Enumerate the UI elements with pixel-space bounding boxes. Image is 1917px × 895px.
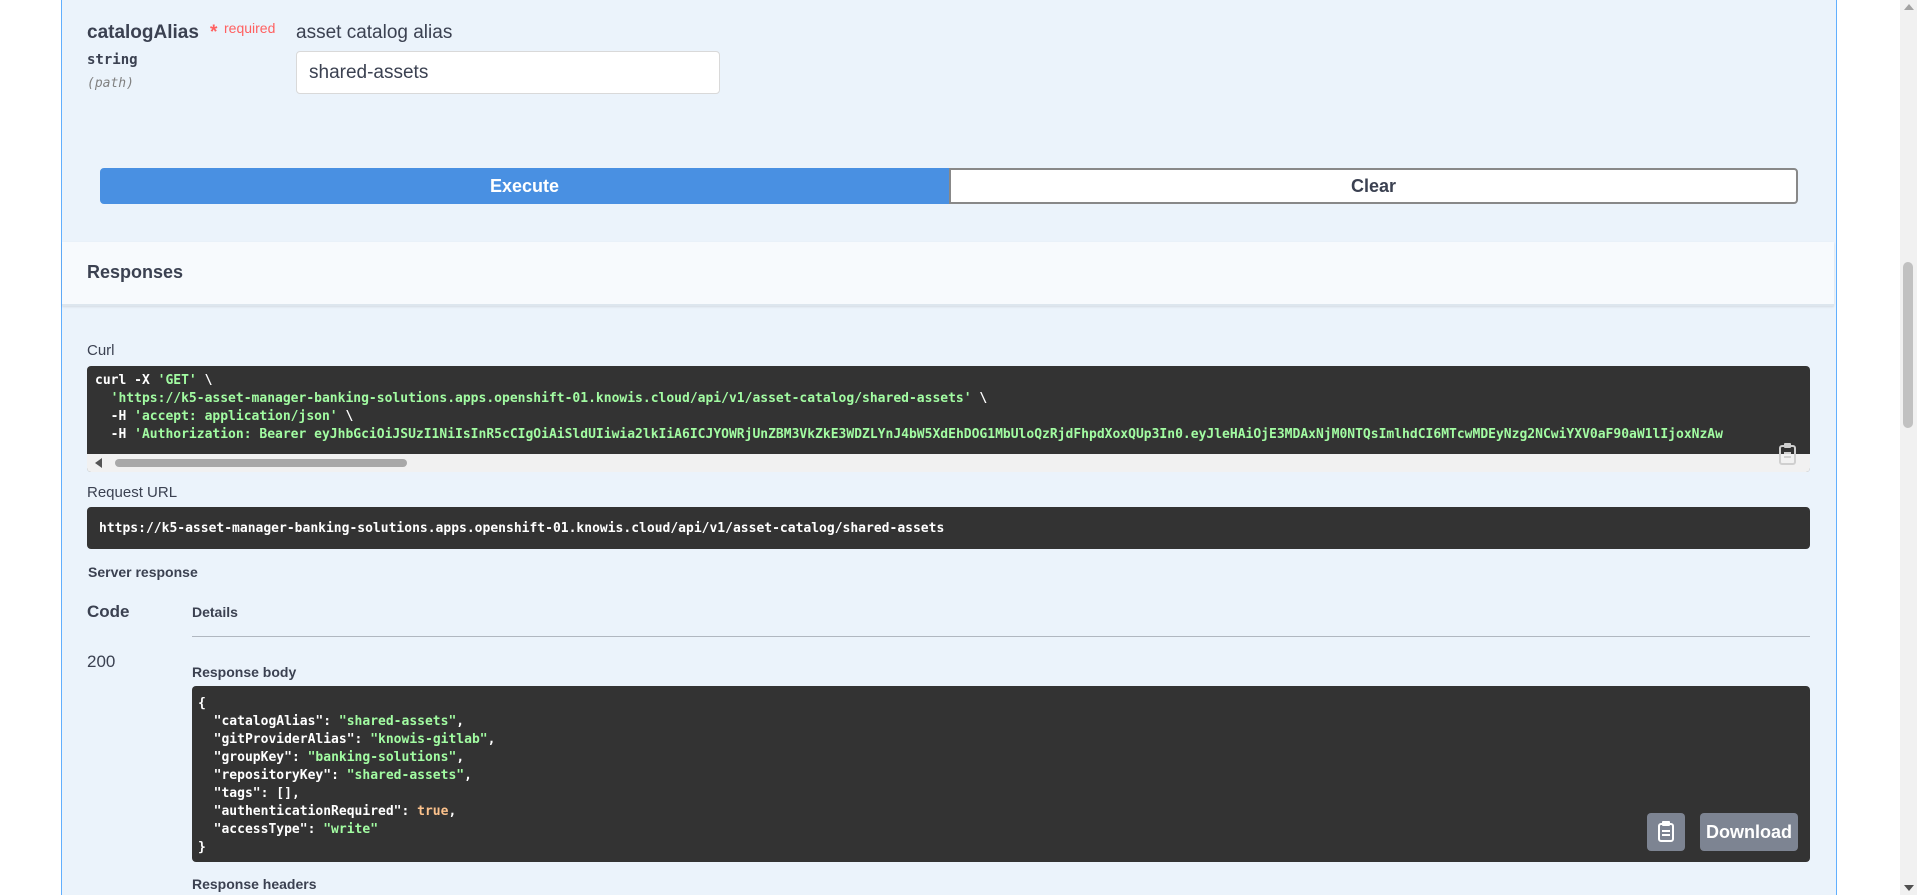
json-line: "groupKey": "banking-solutions", xyxy=(213,750,465,765)
curl-scrollbar-thumb[interactable] xyxy=(115,459,407,467)
json-line: "gitProviderAlias": "knowis-gitlab", xyxy=(213,732,496,747)
json-line: "accessType": "write" xyxy=(213,822,379,837)
copy-response-button[interactable] xyxy=(1647,813,1685,851)
json-line: "tags": [], xyxy=(213,786,300,801)
download-button[interactable]: Download xyxy=(1700,813,1798,851)
parameter-description: asset catalog alias xyxy=(296,22,453,43)
page-vertical-scrollbar[interactable] xyxy=(1900,0,1917,895)
response-headers-label: Response headers xyxy=(192,876,317,892)
scroll-left-arrow-icon[interactable] xyxy=(95,458,102,468)
required-star: * xyxy=(210,22,218,43)
json-open-brace: { xyxy=(198,696,206,711)
clipboard-icon xyxy=(1658,821,1674,842)
table-divider xyxy=(192,636,1810,637)
details-column-header: Details xyxy=(192,604,238,620)
clear-button[interactable]: Clear xyxy=(949,168,1798,204)
curl-line-4: -H 'Authorization: Bearer eyJhbGciOiJSUz… xyxy=(95,427,1723,442)
page-scrollbar-thumb[interactable] xyxy=(1903,262,1913,428)
copy-to-clipboard-icon[interactable] xyxy=(1777,442,1799,466)
curl-line-1: curl -X 'GET' \ xyxy=(95,373,213,388)
responses-title: Responses xyxy=(87,262,184,282)
curl-label: Curl xyxy=(87,342,115,359)
response-body-block: { "catalogAlias": "shared-assets", "gitP… xyxy=(192,686,1810,862)
json-close-brace: } xyxy=(198,840,206,855)
status-code: 200 xyxy=(87,652,116,671)
curl-line-3: -H 'accept: application/json' \ xyxy=(95,409,354,424)
execute-button[interactable]: Execute xyxy=(100,168,949,204)
curl-horizontal-scrollbar[interactable] xyxy=(87,454,1810,472)
request-url: https://k5-asset-manager-banking-solutio… xyxy=(99,521,945,536)
scroll-down-arrow-icon[interactable] xyxy=(1904,885,1914,891)
server-response-label: Server response xyxy=(88,564,198,580)
parameter-location: (path) xyxy=(87,76,134,91)
catalog-alias-input[interactable] xyxy=(296,51,720,94)
json-line: "authenticationRequired": true, xyxy=(213,804,457,819)
parameter-name: catalogAlias xyxy=(87,22,199,43)
curl-line-2: 'https://k5-asset-manager-banking-soluti… xyxy=(110,391,988,406)
curl-code-block: curl -X 'GET' \ 'https://k5-asset-manage… xyxy=(87,366,1810,472)
json-line: "repositoryKey": "shared-assets", xyxy=(213,768,472,783)
response-body-label: Response body xyxy=(192,664,297,680)
responses-header: Responses xyxy=(62,242,1834,306)
parameter-type: string xyxy=(87,52,138,68)
request-url-block: https://k5-asset-manager-banking-solutio… xyxy=(87,507,1810,549)
json-line: "catalogAlias": "shared-assets", xyxy=(213,714,465,729)
code-column-header: Code xyxy=(87,602,130,621)
request-url-label: Request URL xyxy=(87,484,178,501)
required-label: required xyxy=(224,20,276,36)
execute-button-group: Execute Clear xyxy=(100,168,1798,204)
scroll-up-arrow-icon[interactable] xyxy=(1904,4,1914,10)
